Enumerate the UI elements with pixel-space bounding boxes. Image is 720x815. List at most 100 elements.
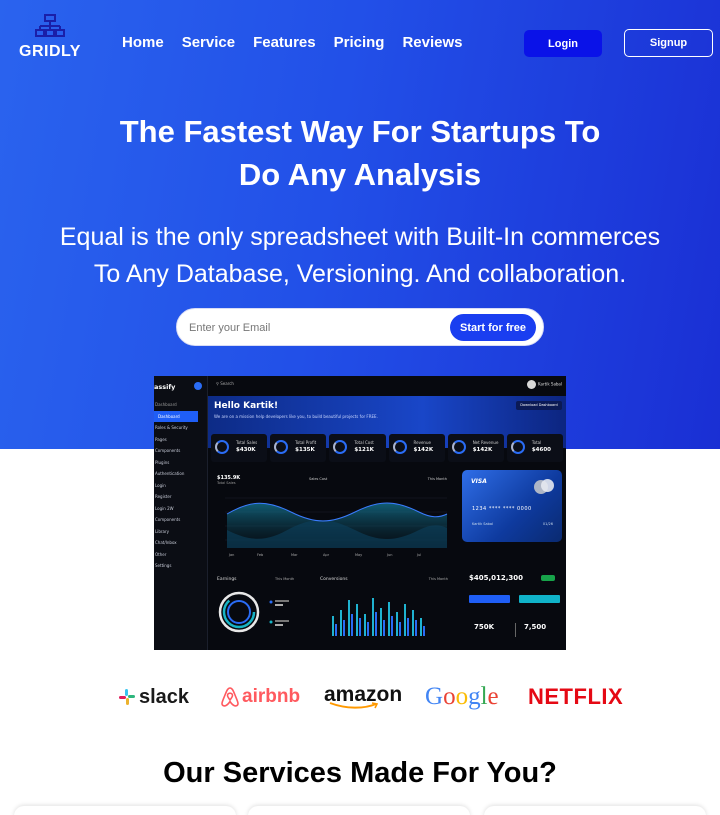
wallet-amount: $405,012,300: [469, 574, 524, 582]
ring-icon: [392, 440, 407, 454]
dashboard-menu-item: Dashboard: [155, 402, 177, 407]
dashboard-menu-item: Login 2W: [155, 505, 174, 511]
conversions-bars: [332, 598, 425, 636]
netflix-logo: NETFLIX: [528, 676, 623, 718]
stat-value: $121K: [354, 447, 374, 453]
brand-logo[interactable]: GRIDLY: [18, 14, 82, 61]
hero-title-line-1: The Fastest Way For Startups To: [119, 114, 601, 149]
stat-card: Total Profit $135K: [270, 434, 327, 462]
divider: [515, 623, 516, 637]
services-title: Our Services Made For You?: [163, 757, 557, 789]
email-signup-form: Start for free: [176, 308, 544, 346]
network-icon: [35, 14, 65, 37]
wallet-button: [519, 595, 560, 603]
wallet-badge: [541, 575, 555, 581]
slack-icon: [119, 689, 135, 705]
slack-wordmark: slack: [139, 685, 190, 708]
dashboard-menu-item: Authentication: [155, 471, 185, 476]
netflix-wordmark: NETFLIX: [528, 684, 624, 709]
brand-name: GRIDLY: [19, 43, 81, 60]
dashboard-stats: Total Sales $430K Total Profit $135K Total…: [211, 434, 564, 462]
card-brand: VISA: [471, 478, 487, 485]
amazon-smile-icon: [329, 701, 379, 709]
nav-pricing[interactable]: Pricing: [334, 34, 385, 51]
svg-text:Jan: Jan: [228, 553, 234, 557]
kpi-value: 750K: [474, 623, 495, 631]
dashboard-menu-item: Other: [155, 551, 167, 557]
stat-card: Total Sales $430K: [211, 434, 268, 462]
ring-icon: [215, 440, 229, 454]
nav-home[interactable]: Home: [122, 34, 164, 51]
dashboard-user: Kartik Sabal: [526, 380, 562, 389]
dashboard-menu-item: Plugins: [155, 459, 170, 465]
nav-features[interactable]: Features: [253, 34, 316, 51]
dashboard-preview-image: assify Dashboard Dashboard Roles & Secur…: [154, 376, 566, 650]
stat-value: $142K: [472, 447, 493, 453]
hero-subtitle: Equal is the only spreadsheet with Built…: [0, 219, 720, 293]
dashboard-menu-item: Register: [155, 494, 172, 499]
wallet-button: [469, 595, 510, 603]
dashboard-greeting-sub: We are on a mission help developers like…: [214, 414, 378, 419]
hero-subtitle-line-2: To Any Database, Versioning. And collabo…: [93, 260, 627, 288]
card-circle-icon: [541, 479, 554, 492]
stat-value: $430K: [236, 447, 256, 453]
stat-label: Total Cost: [354, 440, 374, 445]
ring-icon: [510, 440, 525, 454]
airbnb-icon: [221, 687, 239, 707]
stat-label: Net Revenue: [472, 440, 499, 445]
service-card[interactable]: [14, 806, 236, 815]
google-wordmark: Google: [425, 683, 499, 710]
slack-logo: slack: [118, 676, 189, 718]
airbnb-wordmark: airbnb: [242, 686, 301, 707]
dashboard-banner-button: Download Dashboard: [516, 401, 562, 410]
stat-card: Total $4600: [506, 434, 564, 462]
dashboard-menu-item: Library: [155, 528, 169, 534]
stat-value: $4600: [531, 447, 551, 453]
stat-card: Revenue $142K: [388, 434, 445, 462]
card-expiry: 01/26: [542, 522, 553, 526]
stat-label: Total Sales: [236, 440, 258, 445]
stat-value: $142K: [413, 447, 434, 453]
dashboard-menu-item-active: Dashboard: [154, 410, 198, 422]
dashboard-menu-item: Login: [155, 482, 166, 488]
svg-text:Feb: Feb: [257, 553, 264, 557]
dashboard-menu: Dashboard Dashboard Roles & Security Pag…: [154, 399, 208, 572]
svg-text:Jun: Jun: [386, 553, 392, 557]
dashboard-menu-item: Settings: [155, 563, 172, 568]
dashboard-menu-item: Chat/Inbox: [155, 540, 177, 545]
dashboard-toggle-icon: [194, 382, 202, 390]
service-card[interactable]: [248, 806, 470, 815]
signup-button[interactable]: Signup: [624, 29, 713, 57]
conversions-panel: Conversions This Month: [320, 574, 452, 646]
login-button[interactable]: Login: [524, 30, 602, 57]
ring-icon: [274, 440, 289, 454]
amazon-logo: amazon: [324, 676, 402, 718]
svg-text:Apr: Apr: [323, 553, 330, 557]
avatar: [526, 380, 536, 389]
dashboard-topbar: ⚲ Search Kartik Sabal: [208, 376, 566, 396]
start-for-free-button[interactable]: Start for free: [450, 314, 536, 341]
card-holder: Kartik Sabal: [472, 522, 494, 526]
partner-logos: slack airbnb amazon Google NETFLIX: [0, 676, 720, 718]
wallet-panel: $405,012,300 750K 7,500: [462, 556, 562, 646]
dashboard-search-text: Search: [220, 381, 234, 386]
svg-text:Mar: Mar: [291, 553, 298, 557]
stat-card: Total Cost $121K: [329, 434, 386, 462]
area-chart-waves: Jan Feb Mar Apr May Jun Jul: [225, 497, 448, 557]
svg-text:May: May: [355, 553, 362, 557]
dashboard-area-chart: $135.9K Total Sales Sales Cost This Mont…: [211, 472, 457, 562]
stat-value: $135K: [295, 447, 315, 453]
email-input[interactable]: [189, 318, 429, 338]
airbnb-logo: airbnb: [220, 676, 300, 718]
dashboard-greeting: Hello Kartik!: [214, 401, 279, 411]
service-card[interactable]: [484, 806, 706, 815]
hero-subtitle-line-1: Equal is the only spreadsheet with Built…: [59, 223, 661, 251]
credit-card: VISA 1234 **** **** 0000 Kartik Sabal 01…: [462, 470, 562, 542]
nav-reviews[interactable]: Reviews: [402, 34, 462, 51]
nav-service[interactable]: Service: [182, 34, 235, 51]
dashboard-search: ⚲ Search: [216, 381, 234, 386]
stat-label: Total Profit: [295, 440, 317, 445]
card-number: 1234 **** **** 0000: [472, 506, 532, 512]
dashboard-menu-item: Components: [155, 517, 181, 522]
dashboard-sidebar: assify Dashboard Dashboard Roles & Secur…: [154, 376, 208, 650]
